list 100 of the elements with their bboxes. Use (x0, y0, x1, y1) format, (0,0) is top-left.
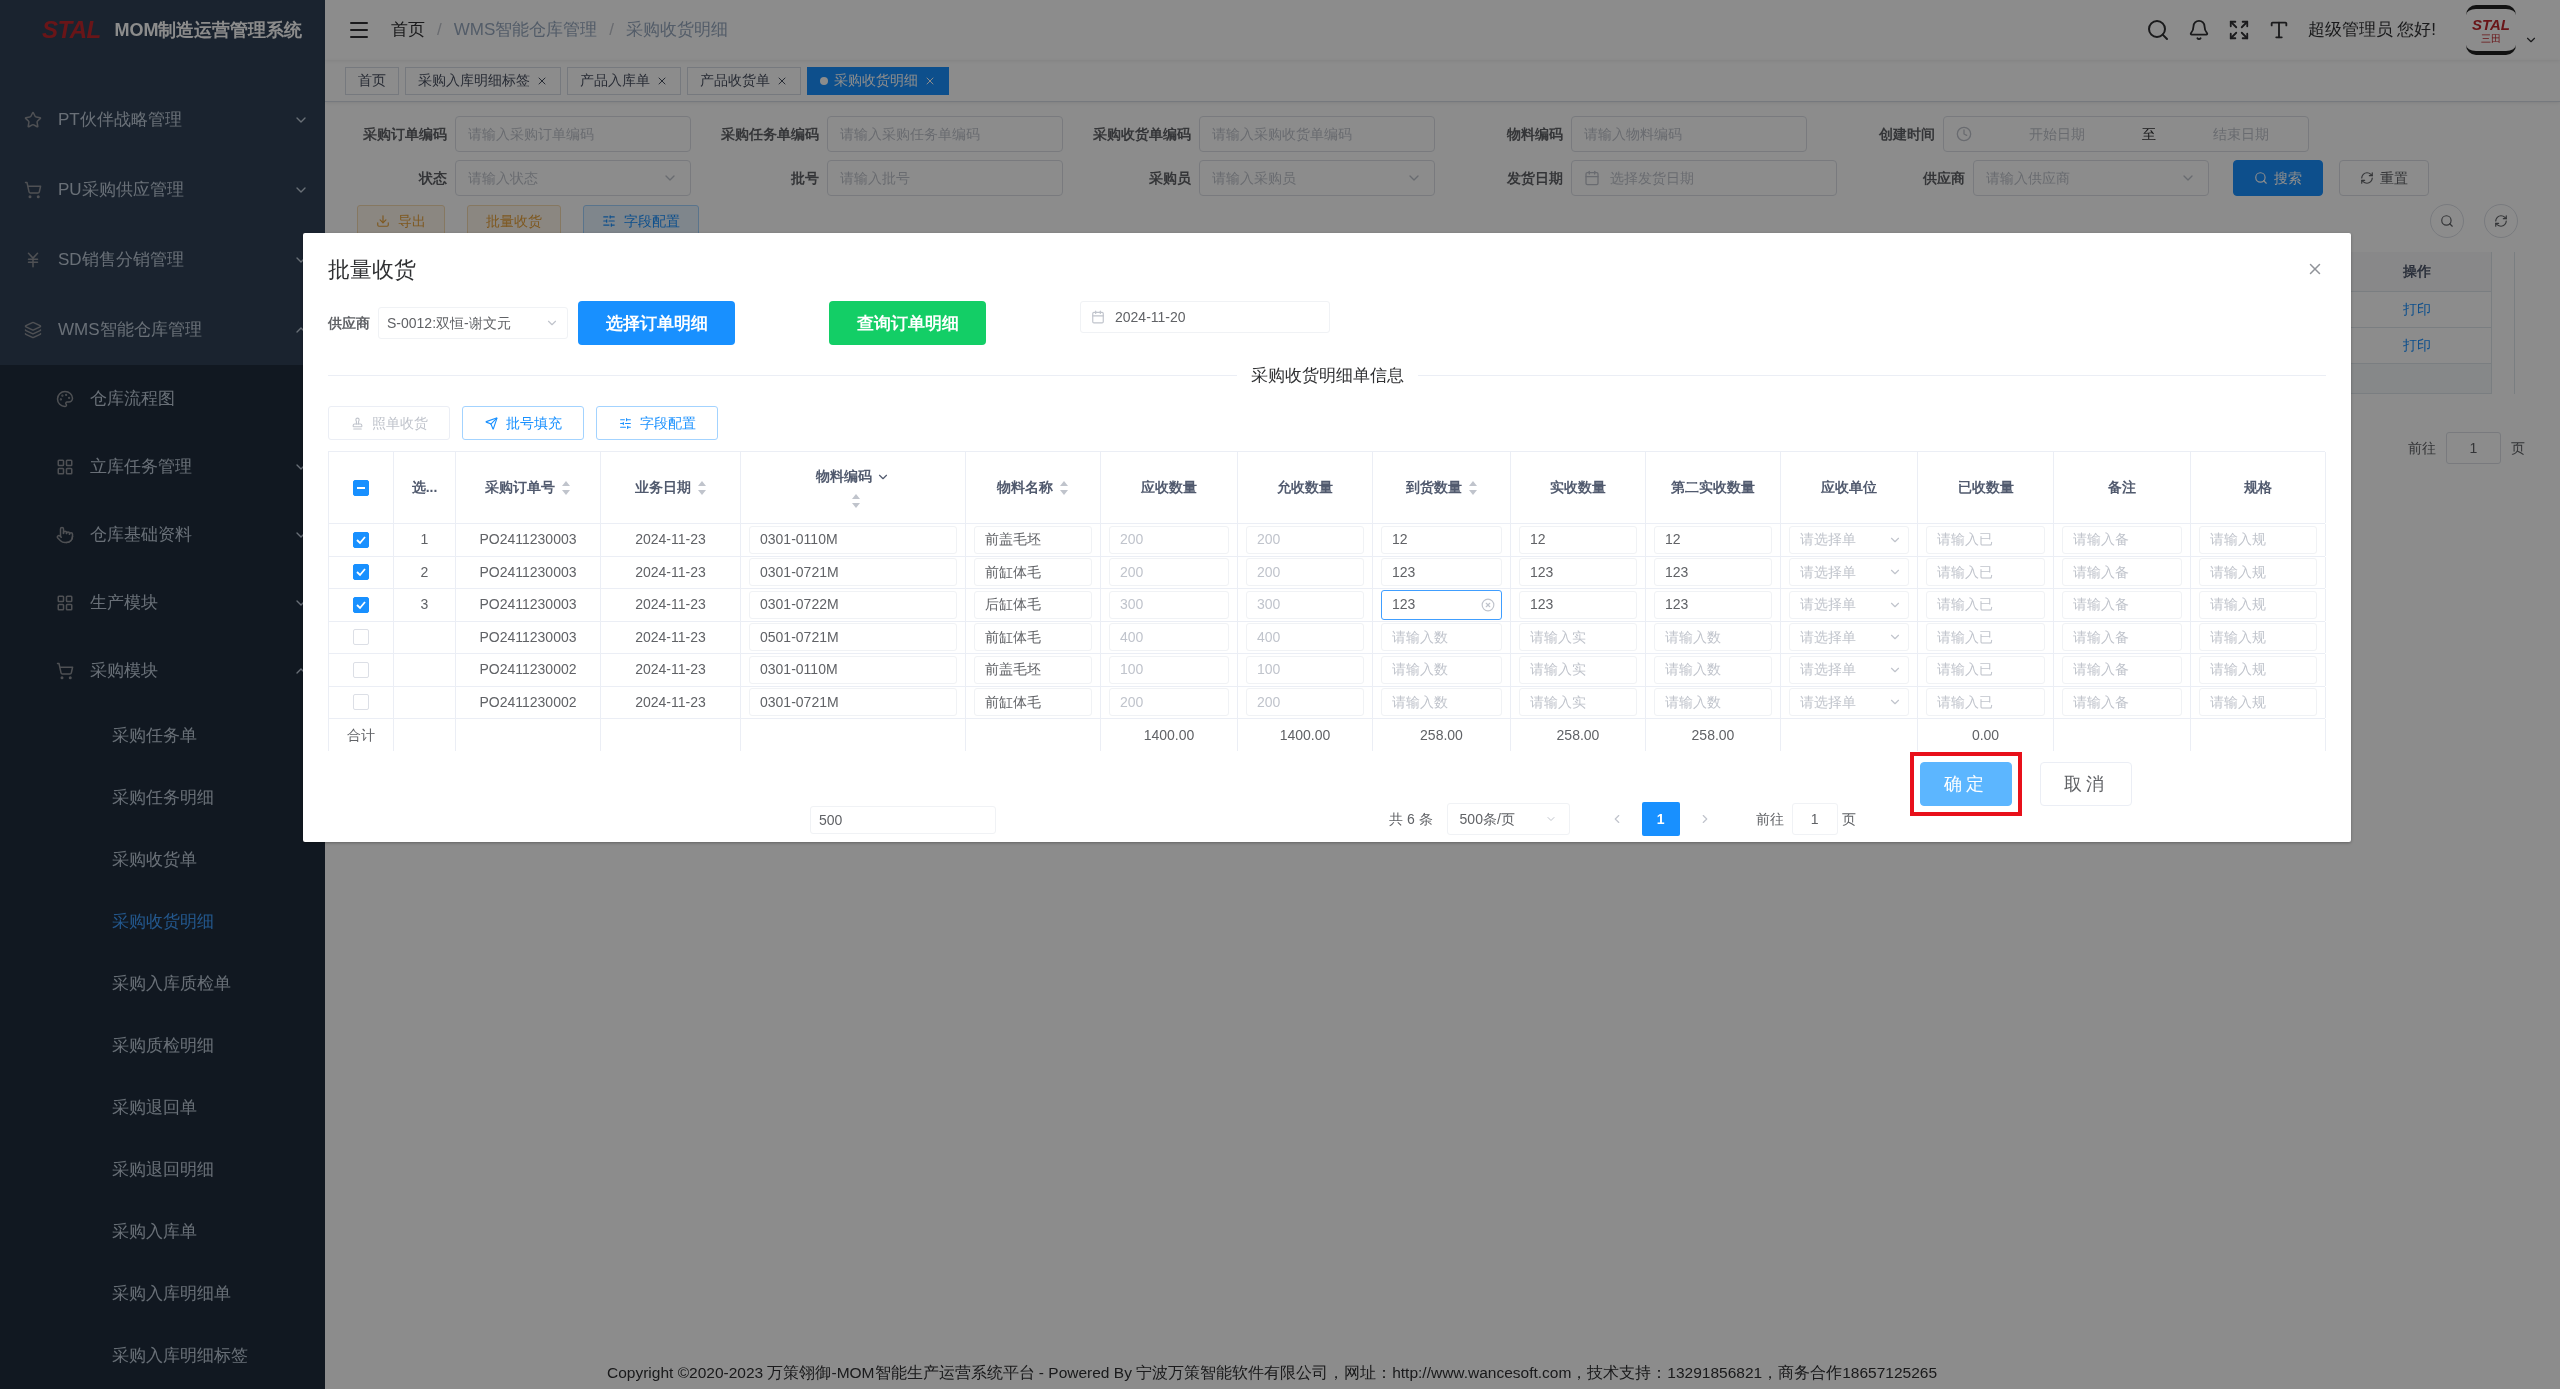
input-field[interactable]: 请输入数 (1381, 688, 1502, 717)
breadcrumb-item[interactable]: WMS智能仓库管理 (453, 17, 598, 43)
input-field[interactable]: 请输入备 (2062, 525, 2182, 554)
search-button[interactable]: 搜索 (2233, 160, 2323, 196)
select-field[interactable]: 请选择单 (1789, 688, 1909, 717)
sort-icon[interactable] (1059, 479, 1069, 496)
sort-icon[interactable] (561, 479, 571, 496)
input-field[interactable]: 12 (1654, 525, 1772, 554)
input-field[interactable]: 请输入规 (2199, 623, 2317, 652)
sidebar-item[interactable]: 采购入库质检单 (0, 953, 325, 1015)
input-field[interactable]: 123 (1519, 558, 1637, 587)
fullscreen-icon[interactable] (2227, 19, 2250, 41)
input-field[interactable]: 123 (1381, 589, 1502, 620)
input-field[interactable]: 200 (1109, 688, 1229, 717)
input-field[interactable]: 200 (1109, 525, 1229, 554)
input-field[interactable]: 123 (1381, 558, 1502, 587)
toolbar-button[interactable]: 批号填充 (462, 406, 584, 441)
input-field[interactable]: 0301-0721M (749, 688, 957, 717)
page-size-select[interactable]: 500条/页 (1446, 803, 1570, 835)
select-field[interactable]: 请选择单 (1789, 655, 1909, 684)
input-field[interactable]: 请输入备 (2062, 558, 2182, 587)
sidebar-item[interactable]: 采购收货明细 (0, 891, 325, 953)
input-field[interactable]: 后缸体毛 (974, 590, 1092, 619)
reset-button[interactable]: 重置 (2339, 160, 2429, 196)
sidebar-item[interactable]: 采购质检明细 (0, 1015, 325, 1077)
select-field[interactable]: 请选择单 (1789, 590, 1909, 619)
input-field[interactable]: 100 (1109, 655, 1229, 684)
input-field[interactable]: 请输入已 (1926, 623, 2045, 652)
input-field[interactable]: 0301-0721M (749, 558, 957, 587)
input-field[interactable]: 前缸体毛 (974, 558, 1092, 587)
clear-icon[interactable] (1481, 597, 1495, 612)
input-field[interactable]: 200 (1246, 688, 1364, 717)
toolbar-button[interactable]: 字段配置 (596, 406, 718, 441)
input-field[interactable]: 请输入实 (1519, 655, 1637, 684)
input-field[interactable]: 0301-0110M (749, 525, 957, 554)
input-field[interactable]: 请输入规 (2199, 688, 2317, 717)
input-field[interactable]: 123 (1654, 590, 1772, 619)
input-field[interactable]: 123 (1654, 558, 1772, 587)
row-checkbox[interactable] (353, 564, 369, 581)
input-field[interactable]: 300 (1246, 590, 1364, 619)
select-field[interactable]: 请选择单 (1789, 623, 1909, 652)
input-field[interactable]: 请输入数 (1381, 623, 1502, 652)
sidebar-item[interactable]: 采购入库明细标签 (0, 1325, 325, 1387)
input-field[interactable]: 请输入规 (2199, 558, 2317, 587)
input-field[interactable]: 300 (1109, 590, 1229, 619)
input-field[interactable]: 请输入已 (1926, 655, 2045, 684)
input-field[interactable]: 请输入规 (2199, 525, 2317, 554)
breadcrumb-item[interactable]: 首页 (391, 17, 425, 43)
row-checkbox[interactable] (353, 531, 369, 548)
page-tab[interactable]: 采购收货明细 (807, 66, 949, 95)
page-input[interactable]: 1 (1791, 803, 1838, 835)
page-input[interactable]: 1 (2446, 432, 2501, 464)
input-field[interactable]: 请输入规 (2199, 590, 2317, 619)
cancel-button[interactable]: 取消 (2039, 762, 2132, 807)
confirm-button[interactable]: 确定 (1919, 762, 2012, 807)
input-field[interactable]: 200 (1109, 558, 1229, 587)
select-all-checkbox[interactable] (353, 479, 369, 496)
input-field[interactable]: 前盖毛坯 (974, 655, 1092, 684)
input-field[interactable]: 请输入数 (1381, 655, 1502, 684)
input-field[interactable]: 请输入备 (2062, 655, 2182, 684)
input-field[interactable]: 请输入数 (1654, 623, 1772, 652)
search-icon[interactable] (2145, 18, 2170, 42)
select-field[interactable]: 请选择单 (1789, 525, 1909, 554)
sidebar-item[interactable]: 采购退回单 (0, 1077, 325, 1139)
input-field[interactable]: 请输入规 (2199, 655, 2317, 684)
avatar[interactable]: STAL 三田 (2466, 5, 2516, 55)
input-field[interactable]: 请输入备 (2062, 590, 2182, 619)
page-tab[interactable]: 采购入库明细标签 (405, 66, 561, 95)
sidebar-item[interactable]: 采购入库明细单 (0, 1263, 325, 1325)
page-tab[interactable]: 产品收货单 (687, 66, 801, 95)
input-field[interactable]: 400 (1109, 623, 1229, 652)
input-field[interactable]: 请输入已 (1926, 590, 2045, 619)
sort-icon[interactable] (851, 493, 861, 510)
print-link[interactable]: 打印 (2402, 299, 2431, 320)
input-field[interactable]: 前缸体毛 (974, 688, 1092, 717)
sort-icon[interactable] (1467, 479, 1478, 496)
input-field[interactable]: 0501-0721M (749, 623, 957, 652)
input-field[interactable]: 500 (810, 806, 996, 834)
input-field[interactable]: 请输入已 (1926, 525, 2045, 554)
input-field[interactable]: 0301-0722M (749, 590, 957, 619)
input-field[interactable]: 200 (1246, 525, 1364, 554)
input-field[interactable]: 请输入数 (1654, 655, 1772, 684)
print-link[interactable]: 打印 (2402, 335, 2431, 356)
input-field[interactable]: 12 (1381, 525, 1502, 554)
input-field[interactable]: 123 (1519, 590, 1637, 619)
input-field[interactable]: 请输入实 (1519, 623, 1637, 652)
date-field[interactable]: 2024-11-20 (1080, 301, 1330, 334)
input-field[interactable]: 前缸体毛 (974, 623, 1092, 652)
input-field[interactable]: 请输入备 (2062, 688, 2182, 717)
supplier-select[interactable]: S-0012:双恒-谢文元 (378, 307, 568, 340)
dialog-action-button[interactable]: 选择订单明细 (578, 301, 735, 346)
row-checkbox[interactable] (353, 596, 369, 613)
sidebar-item[interactable]: 采购入库单 (0, 1201, 325, 1263)
page-number[interactable]: 1 (1641, 802, 1680, 836)
select-field[interactable]: 请选择单 (1789, 558, 1909, 587)
dialog-action-button[interactable]: 查询订单明细 (829, 301, 986, 346)
sidebar-item[interactable]: 采购收货单 (0, 829, 325, 891)
input-field[interactable]: 12 (1519, 525, 1637, 554)
input-field[interactable]: 100 (1246, 655, 1364, 684)
input-field[interactable]: 请输入实 (1519, 688, 1637, 717)
